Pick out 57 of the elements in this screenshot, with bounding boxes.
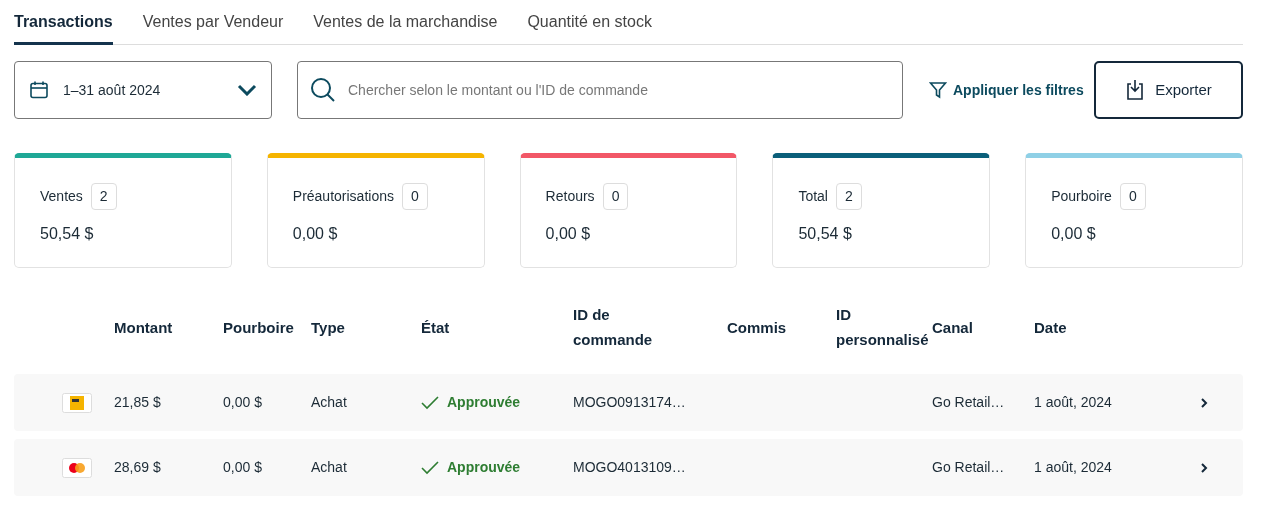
column-header: Canal — [932, 317, 974, 338]
status-text: Approuvée — [447, 393, 521, 412]
column-header: Commis — [727, 317, 788, 338]
column-header: État — [421, 317, 451, 338]
date-range-picker[interactable]: 1–31 août 2024 — [14, 61, 272, 119]
count-badge: 0 — [602, 183, 629, 210]
column-header: Montant — [114, 317, 174, 338]
table-cell-text: 0,00 $ — [223, 458, 263, 477]
count-badge: 2 — [90, 183, 117, 210]
column-header: Pourboire — [223, 317, 295, 338]
download-icon — [1125, 79, 1146, 101]
table-cell-text: 0,00 $ — [223, 393, 263, 412]
search-bar[interactable]: Chercher selon le montant ou l'ID de commande — [297, 61, 903, 119]
check-icon — [421, 460, 439, 475]
tab[interactable]: Transactions — [14, 0, 113, 45]
tab[interactable]: Quantité en stock — [527, 0, 652, 45]
column-header: ID de commande — [573, 305, 654, 350]
stat-label: Total — [798, 187, 828, 206]
column-header: Type — [311, 317, 346, 338]
count-badge: 0 — [1119, 183, 1146, 210]
table-cell-text: 28,69 $ — [114, 458, 162, 477]
stat-amount: 50,54 $ — [798, 224, 853, 244]
column-header: Date — [1034, 317, 1068, 338]
search-icon — [310, 77, 336, 103]
check-icon — [421, 395, 439, 410]
stat-label: Ventes — [40, 187, 83, 206]
table-row[interactable]: 21,85 $ 0,00 $ Achat Approuvée MOGO0913174… Go Retail… 1 août, 2024 — [14, 374, 1243, 431]
filter-icon — [929, 81, 947, 99]
stat-label: Pourboire — [1051, 187, 1112, 206]
chevron-right-icon[interactable] — [1200, 462, 1208, 475]
stat-amount: 0,00 $ — [292, 224, 339, 244]
tab[interactable]: Ventes par Vendeur — [142, 0, 284, 45]
table-cell-text: Achat — [311, 458, 348, 477]
count-badge: 2 — [835, 183, 862, 210]
chevron-down-icon — [237, 84, 257, 96]
table-cell-text: 1 août, 2024 — [1034, 458, 1113, 477]
apply-filters-link[interactable]: Appliquer les filtres — [929, 79, 1084, 101]
stat-label: Préautorisations — [292, 187, 394, 206]
status-text: Approuvée — [447, 458, 521, 477]
stat-amount: 0,00 $ — [1051, 224, 1097, 244]
table-cell-text: MOGO4013109… — [573, 458, 687, 477]
table-row[interactable]: 28,69 $ 0,00 $ Achat Approuvée MOGO4013109… Go Retail… 1 août, 2024 — [14, 439, 1243, 496]
chevron-right-icon[interactable] — [1200, 397, 1208, 410]
table-cell-text: Go Retail… — [932, 458, 1006, 477]
export-button[interactable]: Exporter — [1094, 61, 1243, 119]
stat-amount: 50,54 $ — [40, 224, 95, 244]
stat-label: Retours — [545, 187, 595, 206]
table-cell-text: 21,85 $ — [114, 393, 162, 412]
tab[interactable]: Ventes de la marchandise — [313, 0, 498, 45]
table-cell-text: Achat — [311, 393, 348, 412]
table-cell-text: 1 août, 2024 — [1034, 393, 1113, 412]
stat-amount: 0,00 $ — [545, 224, 592, 244]
column-header: ID personnalisé — [836, 305, 930, 350]
count-badge: 0 — [401, 183, 428, 210]
calendar-icon — [29, 80, 49, 100]
table-cell-text: MOGO0913174… — [573, 393, 687, 412]
table-cell-text: Go Retail… — [932, 393, 1006, 412]
